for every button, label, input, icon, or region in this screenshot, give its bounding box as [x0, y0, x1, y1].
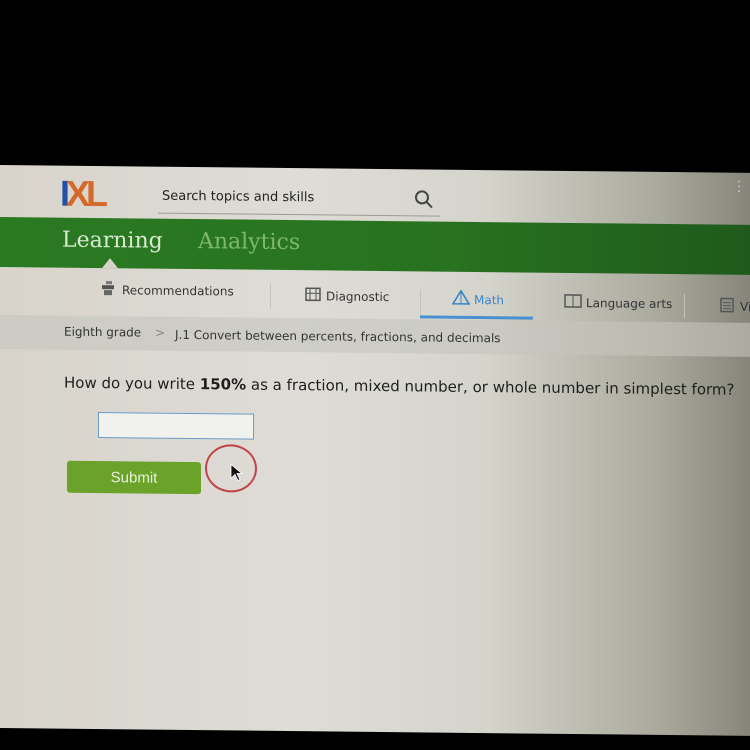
submit-button[interactable]: Submit	[67, 460, 201, 495]
subtab-math[interactable]: Math	[451, 289, 504, 310]
breadcrumb-grade[interactable]: Eighth grade	[64, 325, 141, 340]
top-bar: IXL ⋮	[0, 165, 750, 225]
clipboard-icon	[718, 297, 736, 316]
search-icon[interactable]	[414, 189, 434, 209]
divider	[684, 294, 685, 319]
math-pyramid-icon	[451, 289, 471, 309]
subject-nav: Recommendations Diagnostic Math Language…	[0, 267, 750, 321]
subtab-diagnostic[interactable]: Diagnostic	[304, 286, 389, 306]
mouse-cursor-icon	[230, 463, 244, 482]
tab-analytics[interactable]: Analytics	[198, 229, 300, 255]
breadcrumb-separator: >	[155, 325, 166, 340]
divider	[270, 283, 271, 308]
book-icon	[564, 293, 582, 312]
search-box	[158, 182, 440, 217]
subtab-virtual[interactable]: Vir	[718, 297, 750, 316]
tab-learning[interactable]: Learning	[62, 228, 163, 254]
browser-screen: IXL ⋮ Learning Analytics Recommendations…	[0, 165, 750, 736]
divider	[534, 292, 535, 317]
vertical-dots-icon[interactable]: ⋮	[732, 179, 746, 195]
question-text: How do you write 150% as a fraction, mix…	[64, 373, 735, 399]
ixl-logo[interactable]: IXL	[60, 173, 104, 214]
subtab-recommendations[interactable]: Recommendations	[100, 280, 234, 300]
breadcrumb-skill: J.1 Convert between percents, fractions,…	[175, 327, 501, 346]
active-tab-caret	[102, 258, 118, 269]
divider	[420, 289, 421, 314]
recommendations-icon	[100, 280, 118, 299]
question-value: 150%	[199, 375, 247, 394]
search-input[interactable]	[158, 182, 406, 212]
answer-input[interactable]	[98, 412, 254, 440]
subtab-language-arts[interactable]: Language arts	[564, 293, 672, 313]
diagnostic-icon	[304, 286, 322, 305]
breadcrumb: Eighth grade > J.1 Convert between perce…	[0, 315, 750, 357]
